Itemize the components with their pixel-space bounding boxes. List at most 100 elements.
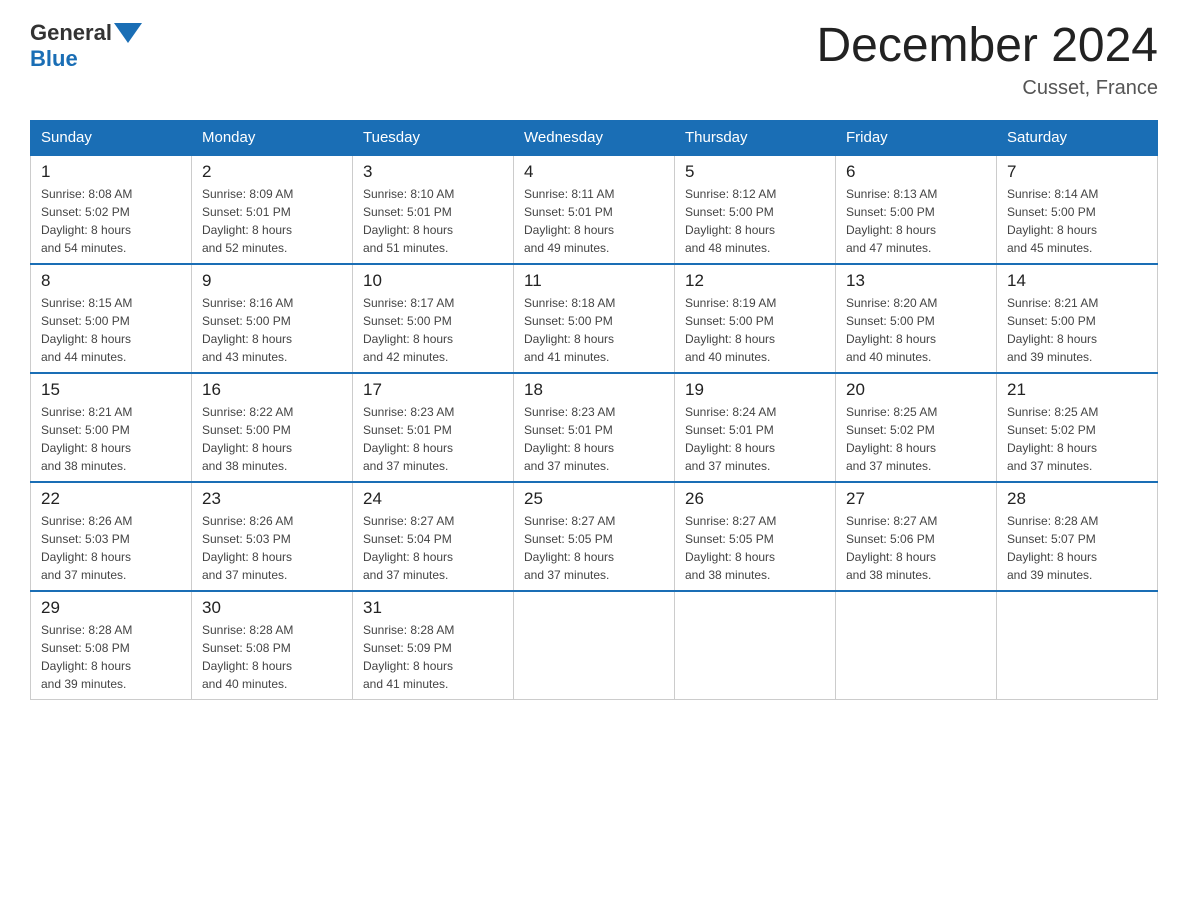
weekday-header-friday: Friday xyxy=(836,120,997,155)
calendar-cell: 21 Sunrise: 8:25 AMSunset: 5:02 PMDayligh… xyxy=(997,373,1158,482)
day-info: Sunrise: 8:27 AMSunset: 5:04 PMDaylight:… xyxy=(363,512,503,584)
calendar-cell: 30Sunrise: 8:28 AMSunset: 5:08 PMDayligh… xyxy=(192,591,353,700)
logo-triangle-icon xyxy=(114,23,142,43)
calendar-cell: 28Sunrise: 8:28 AMSunset: 5:07 PMDayligh… xyxy=(997,482,1158,591)
day-info: Sunrise: 8:24 AMSunset: 5:01 PMDaylight:… xyxy=(685,403,825,475)
week-row-1: 1 Sunrise: 8:08 AMSunset: 5:02 PMDaylight… xyxy=(31,155,1158,264)
day-number: 6 xyxy=(846,162,986,182)
day-info: Sunrise: 8:28 AMSunset: 5:08 PMDaylight:… xyxy=(41,621,181,693)
day-number: 1 xyxy=(41,162,181,182)
day-info: Sunrise: 8:18 AMSunset: 5:00 PMDaylight:… xyxy=(524,294,664,366)
day-number: 15 xyxy=(41,380,181,400)
calendar-cell: 31 Sunrise: 8:28 AMSunset: 5:09 PMDayligh… xyxy=(353,591,514,700)
day-info: Sunrise: 8:23 AMSunset: 5:01 PMDaylight:… xyxy=(524,403,664,475)
day-info: Sunrise: 8:11 AMSunset: 5:01 PMDaylight:… xyxy=(524,185,664,257)
day-number: 2 xyxy=(202,162,342,182)
calendar-cell: 1 Sunrise: 8:08 AMSunset: 5:02 PMDaylight… xyxy=(31,155,192,264)
weekday-header-sunday: Sunday xyxy=(31,120,192,155)
day-info: Sunrise: 8:19 AMSunset: 5:00 PMDaylight:… xyxy=(685,294,825,366)
calendar-cell: 17 Sunrise: 8:23 AMSunset: 5:01 PMDayligh… xyxy=(353,373,514,482)
calendar-cell: 18Sunrise: 8:23 AMSunset: 5:01 PMDayligh… xyxy=(514,373,675,482)
day-number: 16 xyxy=(202,380,342,400)
calendar-cell: 29 Sunrise: 8:28 AMSunset: 5:08 PMDayligh… xyxy=(31,591,192,700)
day-info: Sunrise: 8:25 AMSunset: 5:02 PMDaylight:… xyxy=(846,403,986,475)
day-number: 9 xyxy=(202,271,342,291)
day-info: Sunrise: 8:14 AMSunset: 5:00 PMDaylight:… xyxy=(1007,185,1147,257)
calendar-cell: 24Sunrise: 8:27 AMSunset: 5:04 PMDayligh… xyxy=(353,482,514,591)
day-number: 26 xyxy=(685,489,825,509)
calendar-cell: 13 Sunrise: 8:20 AMSunset: 5:00 PMDayligh… xyxy=(836,264,997,373)
day-number: 20 xyxy=(846,380,986,400)
weekday-header-wednesday: Wednesday xyxy=(514,120,675,155)
day-number: 28 xyxy=(1007,489,1147,509)
week-row-5: 29 Sunrise: 8:28 AMSunset: 5:08 PMDayligh… xyxy=(31,591,1158,700)
calendar-cell xyxy=(997,591,1158,700)
weekday-header-tuesday: Tuesday xyxy=(353,120,514,155)
weekday-header-saturday: Saturday xyxy=(997,120,1158,155)
day-number: 5 xyxy=(685,162,825,182)
day-number: 11 xyxy=(524,271,664,291)
weekday-header-thursday: Thursday xyxy=(675,120,836,155)
week-row-2: 8 Sunrise: 8:15 AMSunset: 5:00 PMDaylight… xyxy=(31,264,1158,373)
calendar-cell: 7 Sunrise: 8:14 AMSunset: 5:00 PMDaylight… xyxy=(997,155,1158,264)
weekday-header-row: SundayMondayTuesdayWednesdayThursdayFrid… xyxy=(31,120,1158,155)
week-row-3: 15 Sunrise: 8:21 AMSunset: 5:00 PMDayligh… xyxy=(31,373,1158,482)
calendar-cell: 6 Sunrise: 8:13 AMSunset: 5:00 PMDaylight… xyxy=(836,155,997,264)
calendar-cell: 15 Sunrise: 8:21 AMSunset: 5:00 PMDayligh… xyxy=(31,373,192,482)
day-info: Sunrise: 8:28 AMSunset: 5:08 PMDaylight:… xyxy=(202,621,342,693)
calendar-cell: 12 Sunrise: 8:19 AMSunset: 5:00 PMDayligh… xyxy=(675,264,836,373)
calendar-cell: 26Sunrise: 8:27 AMSunset: 5:05 PMDayligh… xyxy=(675,482,836,591)
calendar-cell: 16 Sunrise: 8:22 AMSunset: 5:00 PMDayligh… xyxy=(192,373,353,482)
day-info: Sunrise: 8:12 AMSunset: 5:00 PMDaylight:… xyxy=(685,185,825,257)
calendar-cell: 8 Sunrise: 8:15 AMSunset: 5:00 PMDaylight… xyxy=(31,264,192,373)
day-number: 31 xyxy=(363,598,503,618)
day-number: 27 xyxy=(846,489,986,509)
day-number: 8 xyxy=(41,271,181,291)
day-number: 12 xyxy=(685,271,825,291)
day-info: Sunrise: 8:23 AMSunset: 5:01 PMDaylight:… xyxy=(363,403,503,475)
calendar-cell: 23Sunrise: 8:26 AMSunset: 5:03 PMDayligh… xyxy=(192,482,353,591)
calendar-cell xyxy=(675,591,836,700)
day-info: Sunrise: 8:22 AMSunset: 5:00 PMDaylight:… xyxy=(202,403,342,475)
day-info: Sunrise: 8:08 AMSunset: 5:02 PMDaylight:… xyxy=(41,185,181,257)
day-number: 7 xyxy=(1007,162,1147,182)
calendar-cell: 4 Sunrise: 8:11 AMSunset: 5:01 PMDaylight… xyxy=(514,155,675,264)
day-info: Sunrise: 8:21 AMSunset: 5:00 PMDaylight:… xyxy=(41,403,181,475)
calendar-cell: 10 Sunrise: 8:17 AMSunset: 5:00 PMDayligh… xyxy=(353,264,514,373)
day-number: 14 xyxy=(1007,271,1147,291)
calendar-cell: 11 Sunrise: 8:18 AMSunset: 5:00 PMDayligh… xyxy=(514,264,675,373)
day-number: 21 xyxy=(1007,380,1147,400)
day-info: Sunrise: 8:10 AMSunset: 5:01 PMDaylight:… xyxy=(363,185,503,257)
logo-blue-text: Blue xyxy=(30,46,78,72)
day-number: 17 xyxy=(363,380,503,400)
day-info: Sunrise: 8:28 AMSunset: 5:09 PMDaylight:… xyxy=(363,621,503,693)
title-area: December 2024 Cusset, France xyxy=(816,20,1158,100)
day-info: Sunrise: 8:17 AMSunset: 5:00 PMDaylight:… xyxy=(363,294,503,366)
calendar-cell: 25Sunrise: 8:27 AMSunset: 5:05 PMDayligh… xyxy=(514,482,675,591)
calendar-cell: 9 Sunrise: 8:16 AMSunset: 5:00 PMDaylight… xyxy=(192,264,353,373)
day-info: Sunrise: 8:25 AMSunset: 5:02 PMDaylight:… xyxy=(1007,403,1147,475)
calendar-cell: 5 Sunrise: 8:12 AMSunset: 5:00 PMDaylight… xyxy=(675,155,836,264)
day-number: 13 xyxy=(846,271,986,291)
day-info: Sunrise: 8:16 AMSunset: 5:00 PMDaylight:… xyxy=(202,294,342,366)
day-info: Sunrise: 8:27 AMSunset: 5:06 PMDaylight:… xyxy=(846,512,986,584)
day-number: 29 xyxy=(41,598,181,618)
day-info: Sunrise: 8:21 AMSunset: 5:00 PMDaylight:… xyxy=(1007,294,1147,366)
week-row-4: 22Sunrise: 8:26 AMSunset: 5:03 PMDayligh… xyxy=(31,482,1158,591)
logo-general-text: General xyxy=(30,20,112,46)
calendar-cell: 19Sunrise: 8:24 AMSunset: 5:01 PMDayligh… xyxy=(675,373,836,482)
calendar-cell xyxy=(514,591,675,700)
calendar-cell xyxy=(836,591,997,700)
page-header: General Blue December 2024 Cusset, Franc… xyxy=(30,20,1158,100)
day-info: Sunrise: 8:13 AMSunset: 5:00 PMDaylight:… xyxy=(846,185,986,257)
calendar-cell: 2Sunrise: 8:09 AMSunset: 5:01 PMDaylight… xyxy=(192,155,353,264)
day-number: 3 xyxy=(363,162,503,182)
calendar-cell: 20 Sunrise: 8:25 AMSunset: 5:02 PMDayligh… xyxy=(836,373,997,482)
day-info: Sunrise: 8:27 AMSunset: 5:05 PMDaylight:… xyxy=(524,512,664,584)
day-number: 10 xyxy=(363,271,503,291)
day-info: Sunrise: 8:20 AMSunset: 5:00 PMDaylight:… xyxy=(846,294,986,366)
day-info: Sunrise: 8:15 AMSunset: 5:00 PMDaylight:… xyxy=(41,294,181,366)
day-number: 4 xyxy=(524,162,664,182)
calendar-cell: 14 Sunrise: 8:21 AMSunset: 5:00 PMDayligh… xyxy=(997,264,1158,373)
day-info: Sunrise: 8:26 AMSunset: 5:03 PMDaylight:… xyxy=(202,512,342,584)
